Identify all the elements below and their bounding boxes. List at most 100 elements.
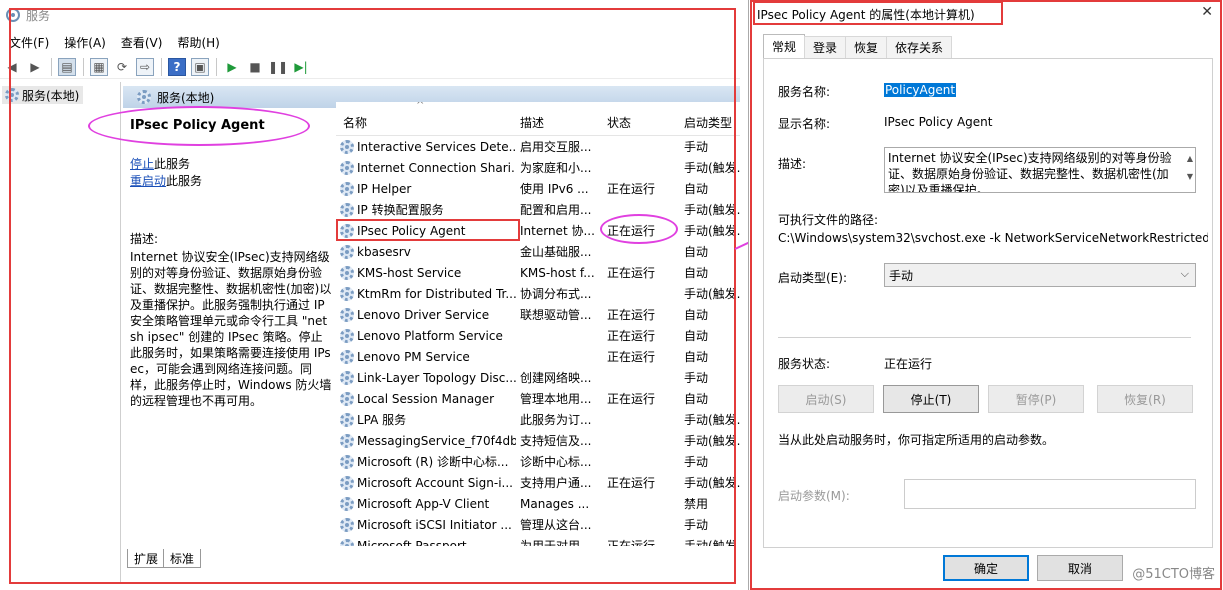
gear-icon (340, 412, 354, 427)
exe-path-value[interactable]: C:\Windows\system32\svchost.exe -k Netwo… (778, 231, 1208, 245)
service-name-value[interactable]: PolicyAgent (884, 83, 957, 97)
ok-button[interactable]: 确定 (943, 555, 1029, 581)
help-icon[interactable]: ? (168, 57, 186, 76)
table-row[interactable]: kbasesrv 金山基础服... 自动 (336, 241, 740, 262)
description-textbox[interactable]: Internet 协议安全(IPsec)支持网络级别的对等身份验证、数据原始身份… (884, 147, 1196, 193)
row-description: 此服务为订... (520, 413, 592, 427)
row-startup: 手动(触发... (684, 224, 740, 238)
back-arrow-icon[interactable]: ◀ (3, 58, 21, 76)
menu-file[interactable]: 文件(F) (9, 34, 49, 51)
description-label: 描述: (130, 232, 159, 246)
gear-icon (340, 223, 354, 238)
table-row[interactable]: Lenovo PM Service 正在运行 自动 (336, 346, 740, 367)
start-params-input[interactable] (904, 479, 1196, 509)
display-name-label: 显示名称: (778, 117, 831, 131)
services-gear-icon (6, 8, 20, 22)
table-row[interactable]: KtmRm for Distributed Tr... 协调分布式... 手动(触发… (336, 283, 740, 304)
start-button[interactable]: 启动(S) (778, 385, 874, 413)
table-row[interactable]: Link-Layer Topology Disc... 创建网络映... 手动 (336, 367, 740, 388)
selected-service-title: IPsec Policy Agent (130, 118, 265, 133)
column-header-name[interactable]: 名称 (336, 114, 516, 131)
row-status: 正在运行 (607, 182, 656, 196)
forward-arrow-icon[interactable]: ▶ (26, 58, 44, 76)
row-name: Lenovo PM Service (336, 349, 516, 364)
table-row[interactable]: IP 转换配置服务 配置和启用... 手动(触发... (336, 199, 740, 220)
table-row[interactable]: Interactive Services Dete... 启用交互服... 手动 (336, 136, 740, 157)
close-icon[interactable]: ✕ (1201, 4, 1213, 20)
row-name-text: IP Helper (357, 181, 412, 196)
table-row[interactable]: MessagingService_f70f4db 支持短信及... 手动(触发... (336, 430, 740, 451)
table-row[interactable]: KMS-host Service KMS-host f... 正在运行 自动 (336, 262, 740, 283)
table-row[interactable]: IPsec Policy Agent Internet 协... 正在运行 手动(触发… (336, 220, 740, 241)
row-name: Internet Connection Shari... (336, 160, 516, 175)
display-name-value[interactable]: IPsec Policy Agent (884, 115, 992, 129)
refresh-icon[interactable]: ⟳ (113, 58, 131, 76)
gear-icon (340, 370, 354, 385)
table-row[interactable]: Lenovo Platform Service 正在运行 自动 (336, 325, 740, 346)
dialog-tabs: 常规 登录 恢复 依存关系 (763, 34, 953, 58)
pause-service-icon[interactable]: ❚❚ (268, 58, 288, 76)
tab-general[interactable]: 常规 (763, 34, 806, 58)
toolbar-separator (161, 57, 162, 76)
table-row[interactable]: Microsoft App-V Client Manages ... 禁用 (336, 493, 740, 514)
gear-icon (137, 90, 151, 104)
row-status: 正在运行 (607, 539, 656, 546)
table-row[interactable]: Local Session Manager 管理本地用... 正在运行 自动 (336, 388, 740, 409)
column-header-status[interactable]: 状态 (602, 114, 680, 131)
row-status: 正在运行 (607, 224, 656, 238)
list-rows: Interactive Services Dete... 启用交互服... 手动 In… (336, 136, 740, 546)
row-startup: 手动(触发... (684, 539, 740, 546)
list-header: 名称 描述 状态 启动类型 (336, 110, 740, 136)
menu-view[interactable]: 查看(V) (121, 34, 163, 51)
row-name-text: Link-Layer Topology Disc... (357, 370, 516, 385)
table-row[interactable]: Internet Connection Shari... 为家庭和小... 手动(触… (336, 157, 740, 178)
start-service-icon[interactable]: ▶ (223, 58, 241, 76)
row-name-text: IP 转换配置服务 (357, 203, 444, 217)
table-row[interactable]: Microsoft iSCSI Initiator ... 管理从这台... 手动 (336, 514, 740, 535)
startup-type-select[interactable]: 手动 ⌵ (884, 263, 1196, 287)
row-name: Local Session Manager (336, 391, 516, 406)
screenshot-root: 服务 文件(F) 操作(A) 查看(V) 帮助(H) ◀ ▶ ▤ ▦ ⟳ ⇨ ?… (0, 0, 1223, 590)
gear-icon (340, 517, 354, 532)
action-pane-icon[interactable]: ▣ (191, 57, 209, 76)
properties-icon[interactable]: ▦ (90, 57, 108, 76)
show-hide-tree-icon[interactable]: ▤ (58, 57, 76, 76)
general-tab-panel: 服务名称: PolicyAgent 显示名称: IPsec Policy Age… (763, 58, 1213, 548)
table-row[interactable]: Lenovo Driver Service 联想驱动管... 正在运行 自动 (336, 304, 740, 325)
row-description: KMS-host f... (520, 265, 595, 280)
services-window: 服务 文件(F) 操作(A) 查看(V) 帮助(H) ◀ ▶ ▤ ▦ ⟳ ⇨ ?… (0, 0, 740, 590)
table-row[interactable]: Microsoft Account Sign-i... 支持用户通... 正在运行 手… (336, 472, 740, 493)
table-row[interactable]: IP Helper 使用 IPv6 ... 正在运行 自动 (336, 178, 740, 199)
tab-logon[interactable]: 登录 (804, 36, 847, 58)
stop-service-link[interactable]: 停止 (130, 157, 154, 171)
table-row[interactable]: Microsoft (R) 诊断中心标... 诊断中心标... 手动 (336, 451, 740, 472)
stop-service-icon[interactable]: ■ (246, 58, 264, 76)
tree-item-services-local[interactable]: 服务(本地) (2, 86, 84, 104)
tab-recovery[interactable]: 恢复 (845, 36, 888, 58)
row-status: 正在运行 (607, 266, 656, 280)
stop-button[interactable]: 停止(T) (883, 385, 979, 413)
row-name-text: Microsoft App-V Client (357, 496, 490, 511)
pause-button[interactable]: 暂停(P) (988, 385, 1084, 413)
resume-button[interactable]: 恢复(R) (1097, 385, 1193, 413)
export-list-icon[interactable]: ⇨ (136, 57, 154, 76)
table-row[interactable]: Microsoft Passport 为用于对用... 正在运行 手动(触发... (336, 535, 740, 546)
table-row[interactable]: LPA 服务 此服务为订... 手动(触发... (336, 409, 740, 430)
menu-help[interactable]: 帮助(H) (177, 34, 219, 51)
content-header-title: 服务(本地) (157, 90, 215, 105)
services-content: 服务(本地) IPsec Policy Agent 停止此服务 重启动此服务 描… (123, 82, 740, 582)
cancel-button[interactable]: 取消 (1037, 555, 1123, 581)
column-header-startup[interactable]: 启动类型 (680, 114, 740, 131)
row-status: 正在运行 (607, 329, 656, 343)
column-header-description[interactable]: 描述 (516, 114, 602, 131)
tab-standard[interactable]: 标准 (163, 549, 202, 568)
row-startup: 手动 (684, 518, 709, 532)
restart-service-icon[interactable]: ▶| (292, 58, 310, 76)
restart-service-link[interactable]: 重启动 (130, 174, 166, 188)
row-name: Link-Layer Topology Disc... (336, 370, 516, 385)
chevron-down-icon: ⌵ (1180, 267, 1189, 280)
tab-extended[interactable]: 扩展 (127, 549, 166, 568)
tab-dependencies[interactable]: 依存关系 (886, 36, 953, 58)
menu-action[interactable]: 操作(A) (64, 34, 106, 51)
description-scrollbar[interactable]: ▲ ▼ (1187, 150, 1193, 186)
